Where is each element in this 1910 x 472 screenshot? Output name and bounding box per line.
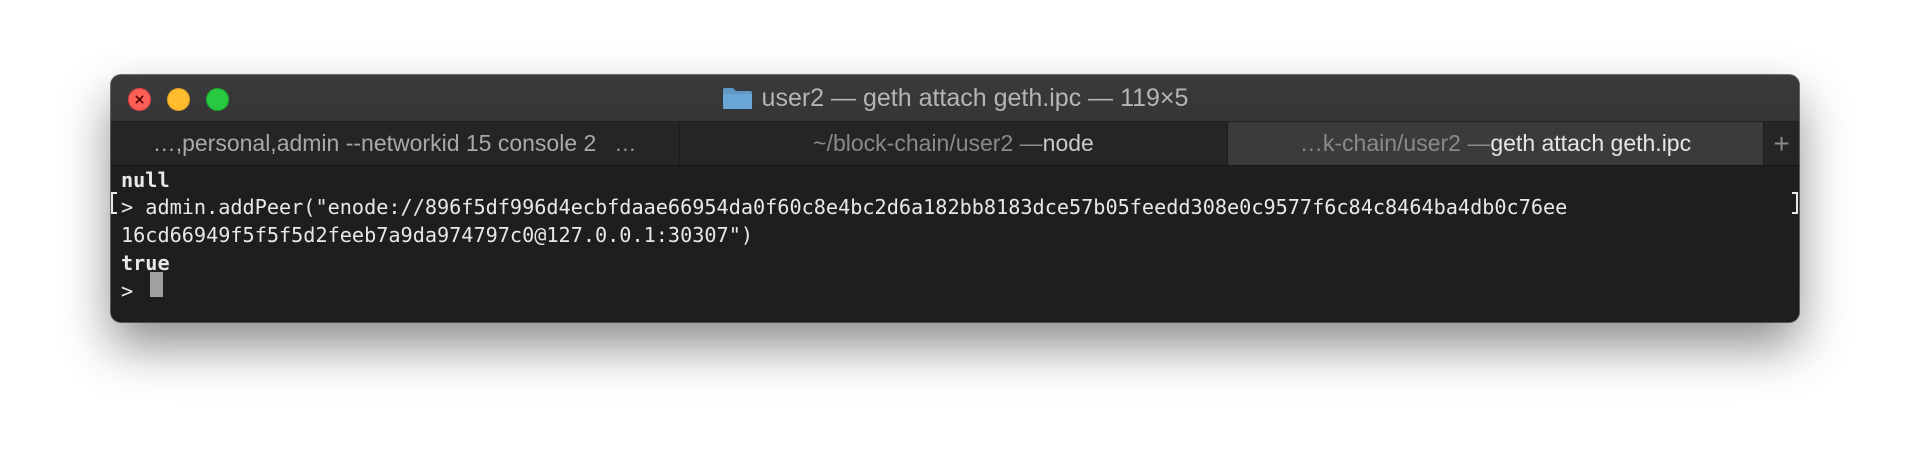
tab-node[interactable]: ~/block-chain/user2 — node <box>680 122 1228 165</box>
input-prompt: > <box>121 279 134 303</box>
plus-icon: + <box>1773 127 1790 159</box>
terminal-output[interactable]: null > admin.addPeer("enode://896f5df996… <box>111 166 1799 322</box>
text-cursor <box>150 272 163 297</box>
tab-geth-attach[interactable]: …k-chain/user2 — geth attach geth.ipc <box>1228 122 1764 165</box>
output-line-null: null <box>121 168 170 192</box>
folder-icon <box>722 87 753 110</box>
selection-bracket-left <box>111 192 117 214</box>
selection-bracket-right <box>1792 192 1798 214</box>
tab-geth-path: …k-chain/user2 — <box>1299 130 1491 156</box>
command-line: > admin.addPeer("enode://896f5df996d4ecb… <box>121 195 1568 219</box>
window-title-text: user2 — geth attach geth.ipc — 119×5 <box>761 84 1189 112</box>
tab-console-label: …,personal,admin --networkid 15 console … <box>152 130 597 156</box>
tab-node-process: node <box>1042 130 1094 156</box>
window-title: user2 — geth attach geth.ipc — 119×5 <box>111 75 1799 122</box>
ellipsis-icon[interactable]: … <box>614 131 637 157</box>
tab-bar: …,personal,admin --networkid 15 console … <box>111 122 1799 166</box>
command-continuation-line: 16cd66949f5f5f5d2feeb7a9da974797c0@127.0… <box>121 223 754 247</box>
title-bar[interactable]: user2 — geth attach geth.ipc — 119×5 <box>111 75 1799 122</box>
new-tab-button[interactable]: + <box>1764 122 1799 165</box>
tab-geth-process: geth attach geth.ipc <box>1490 130 1692 156</box>
tab-console[interactable]: …,personal,admin --networkid 15 console … <box>111 122 680 165</box>
terminal-window: user2 — geth attach geth.ipc — 119×5 …,p… <box>111 75 1799 322</box>
tab-node-path: ~/block-chain/user2 — <box>813 130 1043 156</box>
